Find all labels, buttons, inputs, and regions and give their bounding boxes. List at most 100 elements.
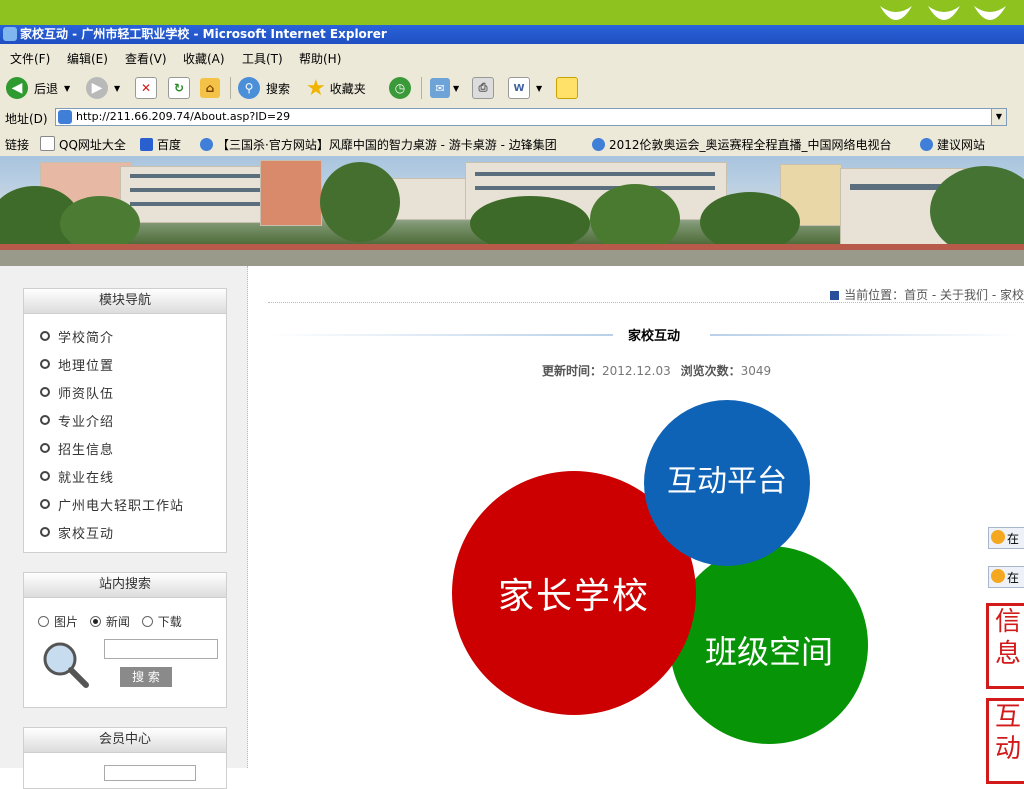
address-bar: 地址(D) http://211.66.209.74/About.asp?ID=… <box>0 105 1024 130</box>
toolbar-separator <box>421 77 422 99</box>
divider <box>268 302 1024 303</box>
nav-item-admissions[interactable]: 招生信息 <box>40 439 114 458</box>
search-input[interactable] <box>104 639 218 659</box>
link-qq[interactable]: QQ网址大全 <box>40 136 126 153</box>
stop-icon: ✕ <box>135 77 157 99</box>
ie-icon <box>200 138 213 151</box>
radio-downloads[interactable]: 下载 <box>141 615 182 629</box>
toolbar: ◀ 后退 ▼ ▶ ▼ ✕ ↻ ⌂ ⚲ 搜索 ★ 收藏夹 ◷ ✉ ▼ ⎙ W ▼ <box>0 71 1024 106</box>
update-value: 2012.12.03 <box>602 364 671 378</box>
breadcrumb-icon <box>830 291 840 300</box>
leaf-icon <box>880 6 912 20</box>
link-sanguosha[interactable]: 【三国杀·官方网站】风靡中国的智力桌游 - 游卡桌游 - 边锋集团 <box>200 136 557 153</box>
link-suggested[interactable]: 建议网站 <box>920 136 985 153</box>
campus-banner <box>0 156 1024 266</box>
member-center-panel: 会员中心 <box>23 727 227 789</box>
radio-pictures[interactable]: 图片 <box>38 615 78 629</box>
menu-favorites[interactable]: 收藏(A) <box>183 50 225 67</box>
home-icon: ⌂ <box>200 78 220 98</box>
back-label: 后退 <box>34 81 59 96</box>
menu-view[interactable]: 查看(V) <box>125 50 167 67</box>
nav-item-employment[interactable]: 就业在线 <box>40 467 114 486</box>
history-button[interactable]: ◷ <box>389 76 411 100</box>
online-service-label: 在 <box>1007 571 1020 585</box>
site-search-title: 站内搜索 <box>24 573 226 598</box>
link-baidu[interactable]: 百度 <box>140 136 181 153</box>
page-icon <box>40 136 55 151</box>
search-button[interactable]: 搜 索 <box>120 667 172 687</box>
link-olympics[interactable]: 2012伦敦奥运会_奥运赛程全程直播_中国网络电视台 <box>592 136 892 153</box>
menu-bar: 文件(F) 编辑(E) 查看(V) 收藏(A) 工具(T) 帮助(H) <box>0 44 1024 72</box>
note-icon <box>556 77 578 99</box>
page-icon <box>58 110 72 124</box>
toolbar-separator <box>230 77 231 99</box>
nav-item-home-school[interactable]: 家校互动 <box>40 523 114 542</box>
word-icon: W <box>508 77 530 99</box>
title-rule-right <box>710 334 1024 336</box>
member-center-title: 会员中心 <box>24 728 226 753</box>
window-title-bar: 家校互动 - 广州市轻工职业学校 - Microsoft Internet Ex… <box>0 25 1024 44</box>
menu-edit[interactable]: 编辑(E) <box>67 50 108 67</box>
note-button[interactable] <box>556 76 578 100</box>
link-label: 建议网站 <box>937 138 986 152</box>
info-box[interactable]: 信息 <box>986 603 1024 689</box>
interaction-box[interactable]: 互动 <box>986 698 1024 784</box>
mail-button[interactable]: ✉ ▼ <box>430 76 459 100</box>
menu-help[interactable]: 帮助(H) <box>299 50 341 67</box>
refresh-button[interactable]: ↻ <box>168 76 190 100</box>
qq-icon <box>991 530 1005 544</box>
links-bar: 链接 QQ网址大全 百度 【三国杀·官方网站】风靡中国的智力桌游 - 游卡桌游 … <box>0 129 1024 157</box>
online-service-button[interactable]: 在 <box>988 527 1024 549</box>
radio-news[interactable]: 新闻 <box>89 615 130 629</box>
member-input[interactable] <box>104 765 196 781</box>
link-label: QQ网址大全 <box>59 138 126 152</box>
info-box-label: 信息 <box>995 607 1022 669</box>
back-button[interactable]: ◀ 后退 ▼ <box>6 76 70 100</box>
link-label: 2012伦敦奥运会_奥运赛程全程直播_中国网络电视台 <box>609 138 892 152</box>
search-label: 搜索 <box>266 81 291 96</box>
link-label: 【三国杀·官方网站】风靡中国的智力桌游 - 游卡桌游 - 边锋集团 <box>217 138 557 152</box>
module-nav-title: 模块导航 <box>24 289 226 314</box>
print-icon: ⎙ <box>472 77 494 99</box>
paw-icon <box>140 138 153 151</box>
favorites-button[interactable]: ★ 收藏夹 <box>306 75 366 101</box>
site-search-panel: 站内搜索 图片 新闻 下载 搜 索 <box>23 572 227 708</box>
print-button[interactable]: ⎙ <box>472 76 494 100</box>
stop-button[interactable]: ✕ <box>135 76 157 100</box>
radio-label: 新闻 <box>105 615 130 629</box>
ie-icon <box>920 138 933 151</box>
nav-item-faculty[interactable]: 师资队伍 <box>40 383 114 402</box>
radio-selected-icon <box>89 616 101 627</box>
address-value: http://211.66.209.74/About.asp?ID=29 <box>76 110 291 123</box>
search-button[interactable]: ⚲ 搜索 <box>238 76 290 100</box>
radio-icon <box>141 616 153 627</box>
online-service-button[interactable]: 在 <box>988 566 1024 588</box>
nav-item-location[interactable]: 地理位置 <box>40 355 114 374</box>
menu-tools[interactable]: 工具(T) <box>242 50 283 67</box>
window-title: 家校互动 - 广州市轻工职业学校 - Microsoft Internet Ex… <box>20 27 387 41</box>
address-input[interactable]: http://211.66.209.74/About.asp?ID=29 ▼ <box>55 108 1007 126</box>
magnifier-icon <box>43 642 89 688</box>
menu-file[interactable]: 文件(F) <box>10 50 50 67</box>
forward-arrow-icon: ▶ <box>86 77 108 99</box>
home-button[interactable]: ⌂ <box>200 76 220 100</box>
nav-item-majors[interactable]: 专业介绍 <box>40 411 114 430</box>
circle-label: 互动平台 <box>667 464 787 499</box>
title-rule-left <box>268 334 613 336</box>
views-value: 3049 <box>740 364 772 378</box>
top-band <box>0 0 1024 25</box>
edit-button[interactable]: W ▼ <box>508 76 542 100</box>
chevron-down-icon: ▼ <box>453 83 460 93</box>
nav-item-school-intro[interactable]: 学校简介 <box>40 327 114 346</box>
address-dropdown-icon[interactable]: ▼ <box>991 109 1006 125</box>
circle-class-space: 班级空间 <box>670 546 868 744</box>
page-title: 家校互动 <box>628 329 681 344</box>
back-arrow-icon: ◀ <box>6 77 28 99</box>
breadcrumb: 当前位置：首页 - 关于我们 - 家校 <box>830 286 1024 303</box>
address-label: 地址(D) <box>5 112 48 126</box>
star-icon: ★ <box>306 75 326 101</box>
nav-item-workstation[interactable]: 广州电大轻职工作站 <box>40 495 184 514</box>
ie-icon <box>592 138 605 151</box>
search-icon: ⚲ <box>238 77 260 99</box>
forward-button[interactable]: ▶ ▼ <box>86 76 120 100</box>
